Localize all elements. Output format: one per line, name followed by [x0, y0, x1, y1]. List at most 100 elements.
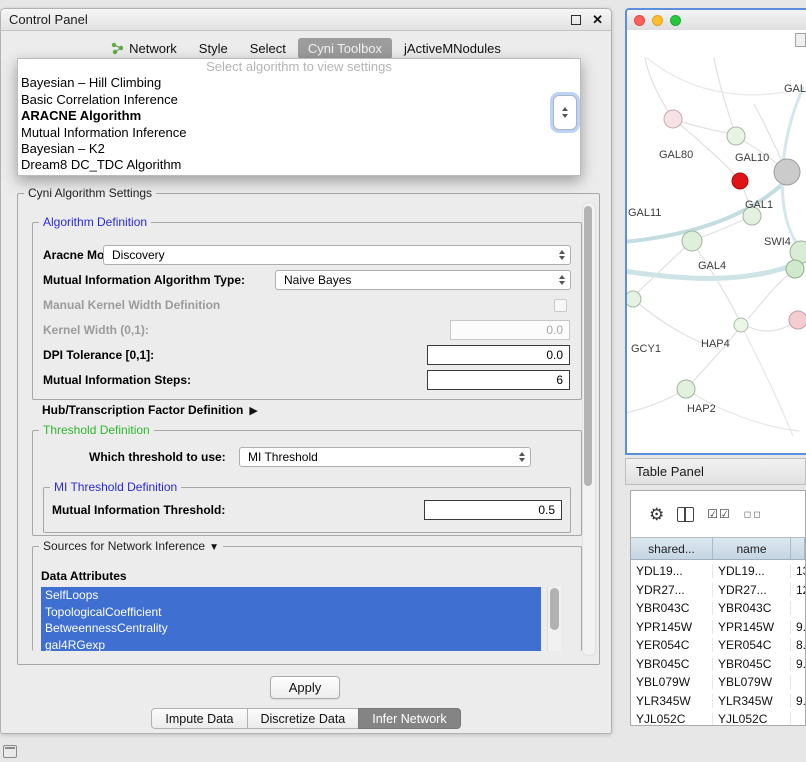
- table-row[interactable]: YDL19...YDL19...13: [631, 562, 805, 581]
- table-cell: YJL052C: [713, 712, 791, 725]
- tab-label: Network: [129, 41, 177, 56]
- dropdown-item[interactable]: Basic Correlation Inference: [18, 92, 580, 108]
- panel-dock-icon[interactable]: [3, 745, 17, 758]
- algorithm-combo-stepper[interactable]: [553, 95, 577, 130]
- network-node[interactable]: [627, 291, 641, 307]
- attribute-list-item[interactable]: SelfLoops: [41, 587, 541, 604]
- dropdown-item[interactable]: Mutual Information Inference: [18, 125, 580, 141]
- sources-section-toggle[interactable]: Sources for Network Inference▼: [39, 539, 223, 553]
- table-row[interactable]: YBR043CYBR043C: [631, 599, 805, 618]
- tab-discretize-data[interactable]: Discretize Data: [247, 708, 360, 729]
- mi-threshold-input[interactable]: 0.5: [424, 500, 562, 520]
- columns-icon[interactable]: [677, 507, 694, 522]
- cyni-settings-group: Cyni Algorithm Settings Algorithm Defini…: [17, 193, 600, 665]
- attribute-list-item[interactable]: gal4RGexp: [41, 637, 541, 652]
- network-edge: [627, 389, 686, 413]
- network-tab-icon: [111, 42, 124, 55]
- network-node[interactable]: [790, 241, 806, 263]
- deselect-columns-icon[interactable]: ◻◻: [744, 509, 763, 520]
- dropdown-item[interactable]: Dream8 DC_TDC Algorithm: [18, 157, 580, 173]
- scrollbar-thumb[interactable]: [584, 206, 592, 486]
- attribute-list: SelfLoopsTopologicalCoefficientBetweenne…: [41, 587, 561, 651]
- tab-network[interactable]: Network: [101, 38, 187, 59]
- tab-label: Style: [199, 41, 228, 56]
- network-node[interactable]: [734, 318, 748, 332]
- hub-section-toggle[interactable]: Hub/Transcription Factor Definition ▶: [42, 400, 258, 420]
- aracne-mode-select[interactable]: Discovery: [103, 245, 571, 265]
- table-row[interactable]: YBL079WYBL079W: [631, 673, 805, 692]
- tab-jactivemnodules[interactable]: jActiveMNodules: [394, 38, 511, 59]
- select-columns-icon[interactable]: ☑☑: [707, 507, 731, 521]
- minimize-traffic-button[interactable]: [652, 15, 663, 26]
- bottom-tab-bar: Impute Data Discretize Data Infer Networ…: [1, 708, 611, 729]
- table-cell: YBR045C: [713, 657, 791, 671]
- network-node-label: GCY1: [631, 343, 661, 355]
- dropdown-item-selected[interactable]: ARACNE Algorithm: [18, 108, 580, 124]
- collapsed-arrow-icon: ▶: [249, 404, 257, 417]
- which-threshold-value: MI Threshold: [248, 450, 318, 464]
- tab-label: Select: [250, 41, 286, 56]
- attribute-list-item[interactable]: BetweennessCentrality: [41, 620, 541, 637]
- network-canvas[interactable]: GALGAL80GAL10GAL11GAL1SWI4GAL4GCY1HAP4HA…: [627, 30, 806, 453]
- network-window-titlebar: [627, 10, 806, 31]
- table-cell: YER054C: [713, 638, 791, 652]
- network-edge: [647, 58, 785, 95]
- table-row[interactable]: YDR27...YDR27...12: [631, 581, 805, 600]
- column-header-shared[interactable]: shared...: [631, 538, 713, 559]
- table-cell: YDL19...: [631, 564, 713, 578]
- network-node-label: HAP4: [701, 338, 730, 350]
- gear-icon[interactable]: ⚙: [649, 506, 664, 523]
- network-view-window: GALGAL80GAL10GAL11GAL1SWI4GAL4GCY1HAP4HA…: [625, 8, 806, 455]
- network-edge: [714, 58, 736, 136]
- network-node[interactable]: [664, 110, 682, 128]
- network-node[interactable]: [727, 127, 745, 145]
- column-header-extra[interactable]: [791, 538, 805, 559]
- algorithm-definition-title: Algorithm Definition: [39, 215, 151, 229]
- dpi-tolerance-input[interactable]: 0.0: [427, 345, 570, 365]
- scrollbar-thumb[interactable]: [550, 588, 559, 630]
- table-panel-title: Table Panel: [636, 464, 704, 479]
- table-row[interactable]: YJL052CYJL052C: [631, 710, 805, 725]
- network-node[interactable]: [789, 311, 806, 329]
- settings-scrollbar[interactable]: [582, 202, 596, 656]
- table-row[interactable]: YBR045CYBR045C9.: [631, 655, 805, 674]
- tab-impute-data[interactable]: Impute Data: [151, 708, 247, 729]
- kernel-width-label: Kernel Width (0,1):: [43, 320, 149, 340]
- network-node-label: GAL80: [659, 149, 693, 161]
- mi-type-select[interactable]: Naive Bayes: [275, 270, 571, 290]
- table-row[interactable]: YLR345WYLR345W9.: [631, 692, 805, 711]
- network-scroll-button[interactable]: [795, 33, 806, 47]
- tab-style[interactable]: Style: [189, 38, 238, 59]
- table-cell: YER054C: [631, 638, 713, 652]
- close-traffic-button[interactable]: [634, 15, 645, 26]
- column-header-name[interactable]: name: [713, 538, 791, 559]
- dropdown-item[interactable]: Bayesian – K2: [18, 141, 580, 157]
- which-threshold-select[interactable]: MI Threshold: [239, 447, 531, 467]
- network-node[interactable]: [774, 159, 800, 185]
- attribute-list-item[interactable]: TopologicalCoefficient: [41, 604, 541, 621]
- close-button[interactable]: ✕: [592, 13, 603, 26]
- dpi-tolerance-label: DPI Tolerance [0,1]:: [43, 345, 154, 365]
- float-window-button[interactable]: [571, 15, 581, 25]
- tab-select[interactable]: Select: [240, 38, 296, 59]
- table-cell: YLR345W: [713, 694, 791, 708]
- attribute-list-scrollbar[interactable]: [547, 587, 561, 651]
- tab-cyni-toolbox[interactable]: Cyni Toolbox: [298, 38, 392, 59]
- dropdown-placeholder: Select algorithm to view settings: [18, 59, 580, 75]
- window-title: Control Panel: [9, 12, 571, 27]
- network-node-label: GAL: [784, 83, 806, 95]
- network-node[interactable]: [786, 260, 804, 278]
- apply-button[interactable]: Apply: [270, 676, 340, 699]
- tab-label: jActiveMNodules: [404, 41, 501, 56]
- network-node[interactable]: [732, 173, 748, 189]
- table-row[interactable]: YER054CYER054C8.: [631, 636, 805, 655]
- tab-infer-network[interactable]: Infer Network: [358, 708, 460, 729]
- algorithm-dropdown-popup: Select algorithm to view settings Bayesi…: [17, 58, 581, 176]
- mi-steps-input[interactable]: 6: [427, 370, 570, 390]
- table-row[interactable]: YPR145WYPR145W9.: [631, 618, 805, 637]
- table-cell: YBR043C: [713, 601, 791, 615]
- dropdown-item[interactable]: Bayesian – Hill Climbing: [18, 75, 580, 91]
- network-node[interactable]: [682, 231, 702, 251]
- zoom-traffic-button[interactable]: [670, 15, 681, 26]
- network-node[interactable]: [677, 380, 695, 398]
